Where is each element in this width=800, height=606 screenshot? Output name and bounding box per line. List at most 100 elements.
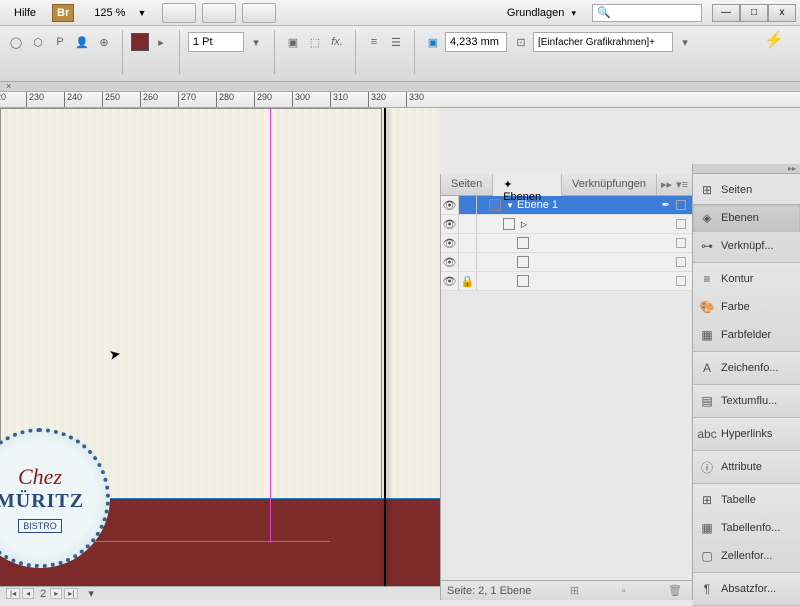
page-nav-prev[interactable]: ◂ bbox=[22, 588, 34, 599]
dock-label: Kontur bbox=[721, 273, 753, 285]
page-nav-first[interactable]: |◂ bbox=[6, 588, 20, 599]
canvas[interactable]: Chez MÜRITZ BISTRO ➤ bbox=[0, 108, 440, 586]
panel-expand-icon[interactable]: ▸▸ bbox=[661, 178, 672, 191]
search-input[interactable]: 🔍 bbox=[592, 4, 702, 22]
crop-icon[interactable]: ▣ bbox=[423, 32, 443, 52]
visibility-icon[interactable]: 👁 bbox=[441, 253, 459, 271]
dock-item[interactable]: ¶Absatzfor... bbox=[693, 575, 800, 603]
dock-item[interactable]: ▦Farbfelder bbox=[693, 321, 800, 349]
page-nav-next[interactable]: ▸ bbox=[50, 588, 62, 599]
measure-input[interactable]: 4,233 mm bbox=[445, 32, 507, 52]
new-layer-icon[interactable]: ▫ bbox=[618, 585, 630, 597]
bolt-icon[interactable]: ⚡ bbox=[754, 30, 794, 50]
lock-icon[interactable] bbox=[459, 196, 477, 214]
dock-item[interactable]: ⊶Verknüpf... bbox=[693, 232, 800, 260]
ruler-tick: 290 bbox=[254, 92, 272, 108]
dropdown-icon: ▼ bbox=[133, 8, 150, 18]
dock-label: Textumflu... bbox=[721, 395, 777, 407]
target-box[interactable] bbox=[676, 238, 686, 248]
dock-icon: ▦ bbox=[699, 520, 715, 536]
frame-style-select[interactable]: [Einfacher Grafikrahmen]+ bbox=[533, 32, 673, 52]
view-btn-3[interactable] bbox=[242, 3, 276, 23]
dock-item[interactable]: ◈Ebenen bbox=[693, 204, 800, 232]
close-button[interactable]: x bbox=[768, 4, 796, 22]
minimize-button[interactable]: — bbox=[712, 4, 740, 22]
disclosure-icon[interactable]: ▷ bbox=[519, 220, 529, 229]
dropdown-icon[interactable]: ▾ bbox=[675, 32, 695, 52]
dock-item[interactable]: ▦Tabellenfo... bbox=[693, 514, 800, 542]
tool-icon[interactable]: ⬡ bbox=[28, 32, 48, 52]
dock-label: Ebenen bbox=[721, 212, 759, 224]
dock-icon: ▢ bbox=[699, 548, 715, 564]
tool-icon[interactable]: 👤 bbox=[72, 32, 92, 52]
lock-icon[interactable] bbox=[459, 234, 477, 252]
view-btn-2[interactable] bbox=[202, 3, 236, 23]
panel-tab[interactable]: Seiten bbox=[441, 174, 493, 195]
tool-icon[interactable]: ▣ bbox=[283, 32, 303, 52]
close-tab-icon[interactable]: × bbox=[6, 81, 11, 91]
layer-row[interactable]: 👁 bbox=[441, 253, 692, 272]
tool-icon[interactable]: ⊡ bbox=[511, 32, 531, 52]
layer-row[interactable]: 👁 ▼Ebene 1✒ bbox=[441, 196, 692, 215]
ruler-tick: 280 bbox=[216, 92, 234, 108]
pen-icon: ✒ bbox=[662, 200, 670, 211]
target-box[interactable] bbox=[676, 276, 686, 286]
dock-item[interactable]: ⓘAttribute bbox=[693, 453, 800, 481]
zoom-control[interactable]: 125 %▼ bbox=[90, 7, 150, 19]
disclosure-icon[interactable]: ▼ bbox=[505, 201, 515, 210]
dock-item[interactable]: ▤Textumflu... bbox=[693, 387, 800, 415]
fill-swatch[interactable] bbox=[131, 33, 149, 51]
dock-item[interactable]: A Zeichenfo... bbox=[693, 354, 800, 382]
tool-icon[interactable]: ⊕ bbox=[94, 32, 114, 52]
dock-item[interactable]: ⊞Tabelle bbox=[693, 486, 800, 514]
align-icon[interactable]: ☰ bbox=[386, 32, 406, 52]
dock-label: Zeichenfo... bbox=[721, 362, 778, 374]
panel-tab[interactable]: Verknüpfungen bbox=[562, 174, 657, 195]
bridge-button[interactable]: Br bbox=[52, 4, 74, 22]
dock-icon: ⊞ bbox=[699, 492, 715, 508]
delete-layer-icon[interactable]: 🗑 bbox=[664, 584, 686, 597]
dock-item[interactable]: ⊞Seiten bbox=[693, 176, 800, 204]
footer-text: Seite: 2, 1 Ebene bbox=[447, 585, 531, 597]
dock-item[interactable]: ≡Kontur bbox=[693, 265, 800, 293]
fx-icon[interactable]: fx. bbox=[327, 32, 347, 52]
visibility-icon[interactable]: 👁 bbox=[441, 215, 459, 233]
layer-row[interactable]: 👁▷ bbox=[441, 215, 692, 234]
lock-icon[interactable] bbox=[459, 253, 477, 271]
page-nav-last[interactable]: ▸| bbox=[64, 588, 78, 599]
dock-item[interactable]: abcHyperlinks bbox=[693, 420, 800, 448]
layer-name[interactable]: Ebene 1 bbox=[515, 199, 662, 211]
dock-item[interactable]: 🎨Farbe bbox=[693, 293, 800, 321]
view-btn-1[interactable] bbox=[162, 3, 196, 23]
target-box[interactable] bbox=[676, 257, 686, 267]
dock-item[interactable]: ▢Zellenfor... bbox=[693, 542, 800, 570]
panel-tab[interactable]: ✦ Ebenen bbox=[493, 174, 562, 196]
tool-icon[interactable]: P bbox=[50, 32, 70, 52]
panel-menu-icon[interactable]: ▾≡ bbox=[676, 178, 688, 191]
dock-collapse[interactable]: ▸▸ bbox=[693, 164, 800, 174]
layers-panel: Seiten✦ EbenenVerknüpfungen ▸▸ ▾≡ 👁 ▼Ebene … bbox=[440, 174, 692, 600]
tool-icon[interactable]: ⬚ bbox=[305, 32, 325, 52]
lock-icon[interactable] bbox=[459, 215, 477, 233]
visibility-icon[interactable]: 👁 bbox=[441, 234, 459, 252]
logo-line1: Chez bbox=[18, 464, 62, 490]
target-box[interactable] bbox=[676, 219, 686, 229]
dock-icon: A bbox=[699, 360, 715, 376]
layer-row[interactable]: 👁 bbox=[441, 234, 692, 253]
menu-help[interactable]: Hilfe bbox=[4, 4, 46, 22]
dropdown-icon[interactable]: ▸ bbox=[151, 32, 171, 52]
maximize-button[interactable]: □ bbox=[740, 4, 768, 22]
stroke-weight-input[interactable]: 1 Pt bbox=[188, 32, 244, 52]
dropdown-icon[interactable]: ▾ bbox=[246, 32, 266, 52]
dock-label: Seiten bbox=[721, 184, 752, 196]
tool-icon[interactable]: ◯ bbox=[6, 32, 26, 52]
dock-icon: ▦ bbox=[699, 327, 715, 343]
align-icon[interactable]: ≡ bbox=[364, 32, 384, 52]
visibility-icon[interactable]: 👁 bbox=[441, 196, 459, 214]
target-box[interactable] bbox=[676, 200, 686, 210]
new-sublayer-icon[interactable]: ⊞ bbox=[566, 584, 583, 597]
visibility-icon[interactable]: 👁 bbox=[441, 272, 459, 290]
lock-icon[interactable]: 🔒 bbox=[459, 272, 477, 290]
workspace-switcher[interactable]: Grundlagen ▾ bbox=[499, 5, 584, 21]
layer-row[interactable]: 👁🔒 bbox=[441, 272, 692, 291]
